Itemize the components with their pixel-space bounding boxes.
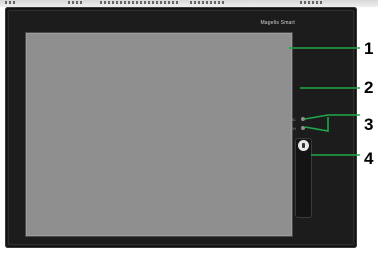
callout-number-1: 1 [364, 39, 374, 58]
callout-lines [289, 47, 360, 156]
callout-line-3a [304, 114, 360, 120]
callout-number-3: 3 [364, 115, 374, 134]
callout-number-2: 2 [364, 78, 374, 97]
callout-number-4: 4 [364, 149, 374, 168]
